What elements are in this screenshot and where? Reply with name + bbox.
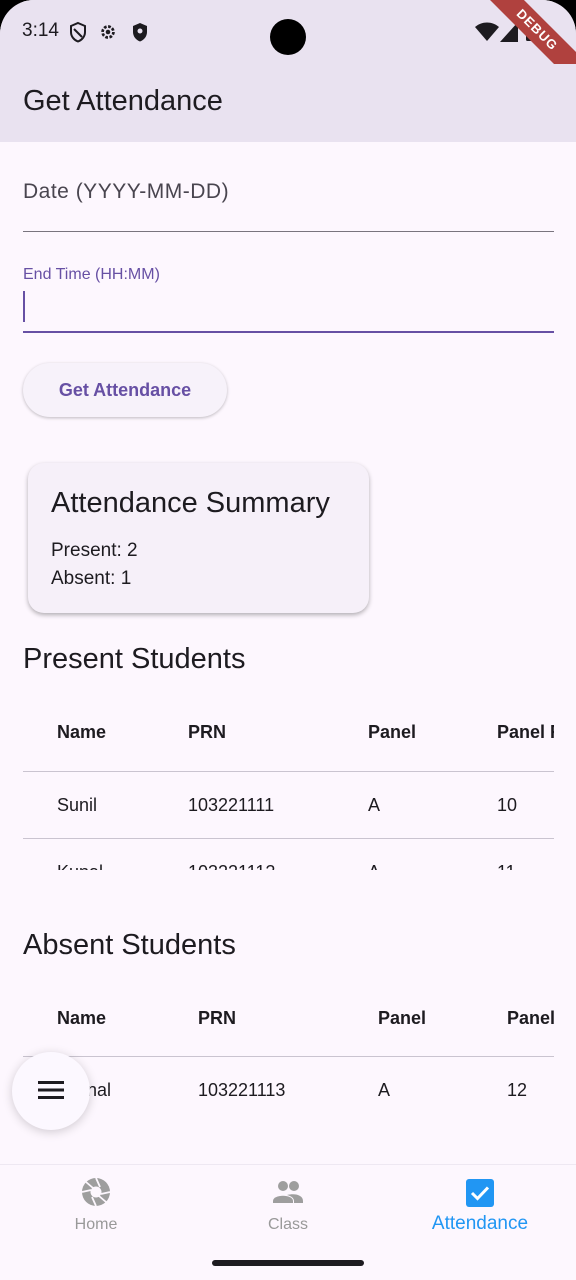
people-icon (273, 1181, 303, 1203)
absent-students-table: Name PRN Panel Panel R nal 103221113 A 1… (23, 986, 554, 1116)
row-divider (23, 1056, 554, 1057)
column-header-panel-roll: Panel R (507, 1008, 554, 1028)
page-title: Get Attendance (23, 85, 223, 117)
end-time-field[interactable] (23, 288, 554, 326)
menu-icon (38, 1081, 64, 1099)
row-divider (23, 771, 554, 772)
cell-panel: A (368, 795, 381, 815)
camera-aperture-icon (81, 1177, 111, 1207)
column-header-panel: Panel (378, 1008, 427, 1028)
nav-item-attendance[interactable]: Attendance (384, 1165, 576, 1247)
column-header-name: Name (57, 1008, 107, 1028)
nav-label-home: Home (74, 1216, 118, 1233)
end-time-label: End Time (HH:MM) (23, 266, 160, 283)
cell-name: nal (87, 1080, 112, 1100)
settings-gear-icon (101, 25, 115, 39)
screen: 3:14 DEBUG Get Attendance Date (YYYY-MM-… (0, 0, 576, 1280)
menu-fab[interactable] (12, 1052, 90, 1130)
front-camera (270, 19, 306, 55)
column-header-name: Name (57, 722, 107, 742)
cell-prn: 103221111 (188, 795, 275, 815)
wifi-icon (475, 22, 499, 41)
cell-prn: 103221112 (188, 862, 275, 870)
cell-panel-roll: 11 (497, 862, 516, 870)
present-count: Present: 2 (51, 540, 138, 561)
nav-item-home[interactable]: Home (0, 1165, 192, 1247)
get-attendance-button[interactable]: Get Attendance (23, 363, 227, 417)
home-gesture-bar[interactable] (212, 1260, 364, 1266)
checkbox-icon (466, 1179, 494, 1207)
end-time-underline (23, 331, 554, 333)
present-students-title: Present Students (23, 643, 246, 675)
nav-item-class[interactable]: Class (192, 1165, 384, 1247)
summary-title: Attendance Summary (51, 487, 330, 519)
cell-prn: 103221113 (198, 1080, 286, 1100)
cell-panel: A (378, 1080, 391, 1100)
nav-label-attendance: Attendance (431, 1213, 529, 1234)
absent-count: Absent: 1 (51, 568, 132, 589)
security-shield-icon (133, 23, 147, 42)
cell-panel-roll: 12 (507, 1080, 528, 1100)
column-header-prn: PRN (198, 1008, 237, 1028)
row-divider (23, 838, 554, 839)
attendance-summary-card: Attendance Summary Present: 2 Absent: 1 (28, 463, 369, 613)
column-header-panel: Panel (368, 722, 417, 742)
status-time: 3:14 (22, 20, 59, 41)
date-field[interactable]: Date (YYYY-MM-DD) (23, 180, 229, 204)
column-header-prn: PRN (188, 722, 227, 742)
cell-name: Kunal (57, 862, 103, 870)
bottom-navigation: Home Class Attendance (0, 1164, 576, 1247)
present-students-table: Name PRN Panel Panel R Sunil 103221111 A… (23, 700, 554, 870)
nav-label-class: Class (267, 1216, 308, 1233)
absent-students-title: Absent Students (23, 929, 236, 961)
shield-outline-icon (70, 21, 86, 43)
status-bar: 3:14 DEBUG (0, 0, 576, 92)
date-field-underline (23, 231, 554, 232)
cell-name: Sunil (57, 795, 98, 815)
cell-panel: A (368, 862, 380, 870)
cell-panel-roll: 10 (497, 795, 518, 815)
text-cursor (23, 291, 25, 322)
column-header-panel-roll: Panel R (497, 722, 554, 742)
